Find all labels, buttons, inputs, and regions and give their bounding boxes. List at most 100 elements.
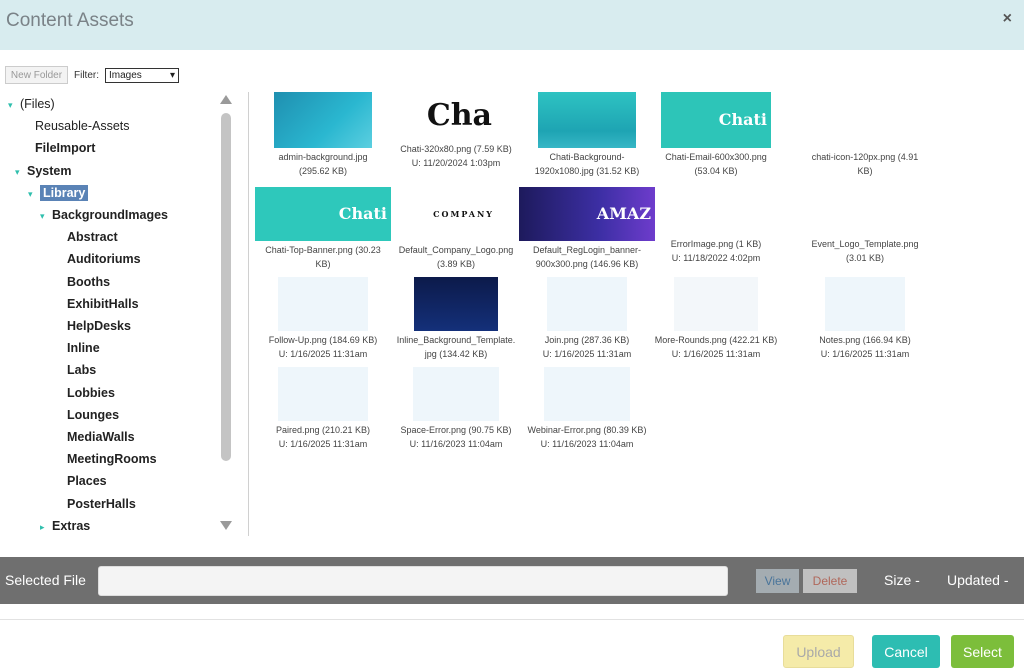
scroll-thumb[interactable] — [221, 113, 231, 461]
file-item[interactable]: Event_Logo_Template.png (3.01 KB) — [796, 187, 934, 265]
tree-item[interactable]: ▾ BackgroundImages — [40, 205, 168, 225]
file-item[interactable]: Inline_Background_Template. jpg (134.42 K… — [387, 277, 525, 361]
tree-item[interactable]: Reusable-Assets — [23, 116, 130, 136]
tree-item[interactable]: FileImport — [23, 138, 95, 158]
file-thumbnail[interactable] — [278, 277, 368, 331]
tree-item-label: PosterHalls — [67, 496, 136, 511]
file-meta: 900x300.png (146.96 KB) — [535, 259, 639, 269]
new-folder-button[interactable]: New Folder — [5, 66, 68, 84]
tree-item[interactable]: ▾ (Files) — [8, 94, 55, 114]
file-item[interactable]: Space-Error.png (90.75 KB) U: 11/16/2023 … — [387, 367, 525, 451]
view-button[interactable]: View — [756, 569, 799, 593]
file-item[interactable]: Notes.png (166.94 KB) U: 1/16/2025 11:31a… — [796, 277, 934, 361]
file-item[interactable]: ErrorImage.png (1 KB) U: 11/18/2022 4:02p… — [647, 187, 785, 265]
tree-scrollbar[interactable] — [220, 95, 232, 531]
file-item[interactable]: Chati-Background- 1920x1080.jpg (31.52 KB… — [518, 92, 656, 178]
tree-item[interactable]: Places — [55, 471, 107, 491]
file-meta: 1920x1080.jpg (31.52 KB) — [534, 166, 640, 176]
collapse-icon[interactable]: ▾ — [40, 206, 52, 226]
file-thumbnail[interactable] — [413, 367, 499, 421]
tree-item[interactable]: ▾ Library — [28, 183, 89, 204]
close-icon[interactable]: × — [1003, 10, 1012, 28]
tree-item[interactable]: Lounges — [55, 405, 119, 425]
file-name: Webinar-Error.png (80.39 KB) — [527, 425, 647, 435]
selected-file-input[interactable] — [98, 566, 728, 596]
file-thumbnail[interactable]: Cha — [416, 92, 496, 140]
file-thumbnail[interactable]: COMPANY — [414, 187, 498, 241]
tree-item-label: FileImport — [35, 141, 96, 156]
content-assets-dialog: Content Assets × New Folder Filter: Imag… — [0, 0, 1024, 668]
tree-item[interactable]: ExhibitHalls — [55, 294, 139, 314]
tree-item[interactable]: PosterHalls — [55, 494, 136, 514]
filter-select[interactable]: Images ▾ — [105, 67, 179, 83]
file-meta: U: 11/16/2023 11:04am — [409, 439, 503, 449]
tree-item-label: Lounges — [67, 407, 120, 422]
file-item[interactable]: Chati Chati-Top-Banner.png (30.23 KB) — [254, 187, 392, 271]
file-item[interactable]: More-Rounds.png (422.21 KB) U: 1/16/2025 … — [647, 277, 785, 361]
file-thumbnail[interactable] — [278, 367, 368, 421]
file-thumbnail[interactable] — [655, 187, 777, 235]
tree-item[interactable]: Lobbies — [55, 383, 115, 403]
file-meta: (295.62 KB) — [298, 166, 348, 176]
file-meta: jpg (134.42 KB) — [424, 349, 488, 359]
cancel-button[interactable]: Cancel — [872, 635, 940, 668]
collapse-icon[interactable]: ▾ — [28, 184, 40, 204]
tree-item[interactable]: MediaWalls — [55, 427, 135, 447]
tree-item[interactable]: Auditoriums — [55, 249, 141, 269]
tree-item-label: MeetingRooms — [67, 452, 157, 467]
file-item[interactable]: chati-icon-120px.png (4.91 KB) — [796, 92, 934, 178]
file-thumbnail[interactable] — [825, 187, 905, 235]
thumbnail-logo-text: COMPANY — [433, 209, 494, 219]
file-thumbnail[interactable] — [837, 92, 893, 148]
file-name: Follow-Up.png (184.69 KB) — [268, 335, 378, 345]
collapse-icon[interactable]: ▾ — [8, 95, 20, 115]
tree-item-label: System — [27, 163, 72, 178]
tree-item[interactable]: ▾ System — [15, 161, 71, 181]
file-meta: U: 1/16/2025 11:31am — [671, 349, 761, 359]
scroll-up-icon[interactable] — [220, 95, 232, 104]
file-thumbnail[interactable]: AMAZ — [519, 187, 655, 241]
delete-button[interactable]: Delete — [803, 569, 857, 593]
file-item[interactable]: Join.png (287.36 KB) U: 1/16/2025 11:31am — [518, 277, 656, 361]
tree-item-label: Abstract — [67, 230, 118, 245]
tree-item[interactable]: Booths — [55, 272, 110, 292]
scroll-down-icon[interactable] — [220, 521, 232, 530]
tree-item[interactable]: MeetingRooms — [55, 449, 157, 469]
file-item[interactable]: Webinar-Error.png (80.39 KB) U: 11/16/202… — [518, 367, 656, 451]
tree-item[interactable]: HelpDesks — [55, 316, 131, 336]
tree-item[interactable]: ▸ Extras — [40, 516, 90, 536]
file-thumbnail[interactable] — [414, 277, 498, 331]
tree-item[interactable]: Abstract — [55, 227, 118, 247]
file-thumbnail[interactable] — [544, 367, 630, 421]
file-thumbnail[interactable]: Chati — [661, 92, 771, 148]
chevron-down-icon: ▾ — [169, 69, 175, 81]
file-thumbnail[interactable] — [274, 92, 372, 148]
thumbnail-logo-text: Chati — [718, 110, 767, 129]
file-thumbnail[interactable] — [674, 277, 758, 331]
select-button[interactable]: Select — [951, 635, 1014, 668]
tree-item-label: MediaWalls — [67, 430, 135, 444]
file-item[interactable]: Chati Chati-Email-600x300.png (53.04 KB) — [647, 92, 785, 178]
file-thumbnail[interactable] — [538, 92, 636, 148]
collapse-icon[interactable]: ▾ — [15, 162, 27, 182]
upload-button[interactable]: Upload — [783, 635, 854, 668]
file-meta: U: 11/16/2023 11:04am — [540, 439, 634, 449]
file-item[interactable]: Paired.png (210.21 KB) U: 1/16/2025 11:31… — [254, 367, 392, 451]
file-thumbnail[interactable]: Chati — [255, 187, 391, 241]
file-item[interactable]: Follow-Up.png (184.69 KB) U: 1/16/2025 11… — [254, 277, 392, 361]
file-item[interactable]: admin-background.jpg (295.62 KB) — [254, 92, 392, 178]
expand-icon[interactable]: ▸ — [40, 517, 52, 536]
file-meta: KB) — [315, 259, 331, 269]
file-thumbnail[interactable] — [547, 277, 627, 331]
tree-item-label: Reusable-Assets — [35, 119, 130, 134]
file-item[interactable]: AMAZ Default_RegLogin_banner- 900x300.png … — [518, 187, 656, 271]
file-item[interactable]: Cha Chati-320x80.png (7.59 KB) U: 11/20/20… — [387, 92, 525, 170]
file-thumbnail[interactable] — [825, 277, 905, 331]
file-meta: (53.04 KB) — [694, 166, 738, 176]
tree-item[interactable]: Labs — [55, 360, 96, 380]
file-item[interactable]: COMPANY Default_Company_Logo.png (3.89 KB) — [387, 187, 525, 271]
file-name: Space-Error.png (90.75 KB) — [400, 425, 512, 435]
file-name: Chati-Top-Banner.png (30.23 — [265, 245, 381, 255]
tree-item[interactable]: Inline — [55, 338, 100, 358]
selected-file-label: Selected File — [5, 572, 86, 588]
